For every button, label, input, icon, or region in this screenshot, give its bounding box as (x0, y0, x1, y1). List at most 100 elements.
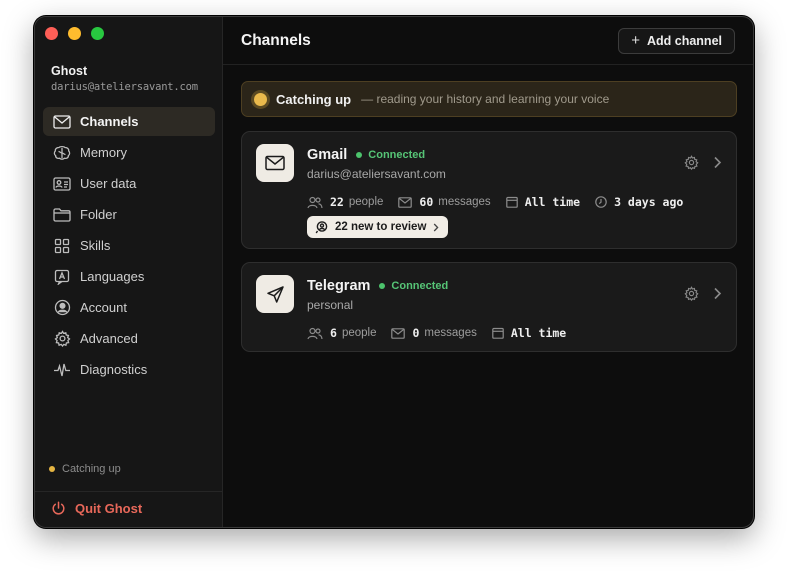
calendar-icon (505, 196, 518, 208)
sidebar-item-label: Skills (80, 238, 111, 253)
chevron-right-icon[interactable] (713, 156, 722, 169)
sidebar-item-label: Channels (80, 114, 139, 129)
people-label: people (348, 196, 384, 208)
sidebar-item-languages[interactable]: Languages (43, 262, 215, 291)
minimize-window-button[interactable] (68, 27, 81, 40)
connection-status: Connected (391, 280, 449, 292)
main-content: Channels + Add channel Catching up — rea… (223, 17, 753, 527)
banner-subtitle: — reading your history and learning your… (361, 92, 610, 106)
sidebar-item-memory[interactable]: Memory (43, 138, 215, 167)
profile-email: darius@ateliersavant.com (51, 81, 198, 93)
topbar: Channels + Add channel (223, 17, 753, 65)
people-label: people (341, 327, 377, 339)
channel-account: darius@ateliersavant.com (307, 167, 446, 181)
sidebar-item-label: Advanced (80, 331, 138, 346)
range-stat: All time (492, 326, 566, 340)
sidebar-item-account[interactable]: Account (43, 293, 215, 322)
app-window: Ghost darius@ateliersavant.com Channels … (34, 16, 754, 528)
mail-icon (52, 113, 72, 131)
people-count: 6 (330, 326, 337, 340)
sidebar-item-label: Memory (80, 145, 127, 160)
people-stat: 6 people (307, 326, 376, 340)
page-title: Channels (241, 31, 311, 49)
messages-stat: 60 messages (398, 195, 491, 209)
add-channel-button[interactable]: + Add channel (618, 27, 735, 54)
messages-label: messages (424, 327, 477, 339)
history-range: All time (510, 326, 567, 340)
channel-actions (684, 155, 722, 170)
connection-status: Connected (368, 149, 426, 161)
add-channel-label: Add channel (646, 33, 722, 48)
sidebar-item-label: Folder (80, 207, 117, 222)
history-range: All time (524, 195, 581, 209)
mail-icon (391, 327, 406, 339)
sidebar-item-label: Languages (80, 269, 145, 284)
sidebar-item-diagnostics[interactable]: Diagnostics (43, 355, 215, 384)
pulse-icon (52, 361, 72, 379)
connected-dot (356, 152, 363, 158)
sidebar-item-label: Account (80, 300, 127, 315)
plus-icon: + (631, 32, 640, 49)
mail-icon (256, 144, 294, 182)
traffic-lights (45, 27, 104, 40)
clock-icon (595, 196, 607, 208)
channel-actions (684, 286, 722, 301)
people-count: 22 (330, 195, 344, 209)
sidebar-nav: Channels Memory User data Folder Skills … (43, 107, 215, 386)
sidebar-divider (35, 491, 222, 492)
banner-title: Catching up (276, 91, 352, 107)
people-icon (307, 196, 323, 208)
profile-name: Ghost (51, 64, 88, 78)
language-icon (52, 268, 72, 286)
channel-stats: 22 people 60 messages All time 3 days ag… (307, 195, 698, 209)
chevron-right-icon[interactable] (713, 287, 722, 300)
gear-icon[interactable] (684, 155, 699, 170)
sidebar: Ghost darius@ateliersavant.com Channels … (35, 17, 223, 527)
power-icon (52, 501, 65, 515)
channel-header: Telegram Connected (307, 278, 448, 294)
review-button[interactable]: 22 new to review (307, 216, 449, 238)
last-sync-stat: 3 days ago (595, 195, 683, 209)
sidebar-item-label: Diagnostics (80, 362, 148, 377)
quit-button[interactable]: Quit Ghost (51, 501, 142, 516)
sidebar-item-user-data[interactable]: User data (43, 169, 215, 198)
review-label: 22 new to review (335, 221, 427, 233)
messages-count: 0 (412, 326, 420, 340)
sidebar-item-channels[interactable]: Channels (43, 107, 215, 136)
close-window-button[interactable] (45, 27, 58, 40)
user-circle-icon (52, 299, 72, 317)
sidebar-item-advanced[interactable]: Advanced (43, 324, 215, 353)
people-stat: 22 people (307, 195, 383, 209)
sync-status: Catching up (49, 463, 121, 475)
status-dot (49, 466, 55, 472)
quit-label: Quit Ghost (75, 501, 143, 516)
channel-header: Gmail Connected (307, 147, 425, 163)
grid-icon (52, 237, 72, 255)
channel-card-telegram[interactable]: Telegram Connected personal 6 people 0 m… (241, 262, 737, 352)
gear-icon[interactable] (684, 286, 699, 301)
people-icon (307, 327, 323, 339)
id-card-icon (52, 175, 72, 193)
zoom-window-button[interactable] (91, 27, 104, 40)
sidebar-item-skills[interactable]: Skills (43, 231, 215, 260)
send-icon (256, 275, 294, 313)
channel-name: Gmail (307, 147, 348, 163)
range-stat: All time (505, 195, 581, 209)
sync-status-label: Catching up (62, 463, 121, 475)
connected-dot (379, 283, 386, 289)
review-icon (315, 220, 328, 233)
messages-label: messages (438, 196, 491, 208)
catching-up-banner: Catching up — reading your history and l… (241, 81, 737, 117)
calendar-icon (492, 327, 504, 339)
channel-name: Telegram (307, 278, 371, 294)
messages-count: 60 (419, 195, 434, 209)
folder-icon (52, 206, 72, 224)
gear-icon (52, 330, 72, 348)
sidebar-item-folder[interactable]: Folder (43, 200, 215, 229)
mail-icon (398, 196, 413, 208)
channel-card-gmail[interactable]: Gmail Connected darius@ateliersavant.com… (241, 131, 737, 249)
brain-icon (52, 144, 72, 162)
sidebar-item-label: User data (80, 176, 137, 191)
channel-account: personal (307, 298, 354, 312)
last-sync: 3 days ago (614, 195, 684, 209)
